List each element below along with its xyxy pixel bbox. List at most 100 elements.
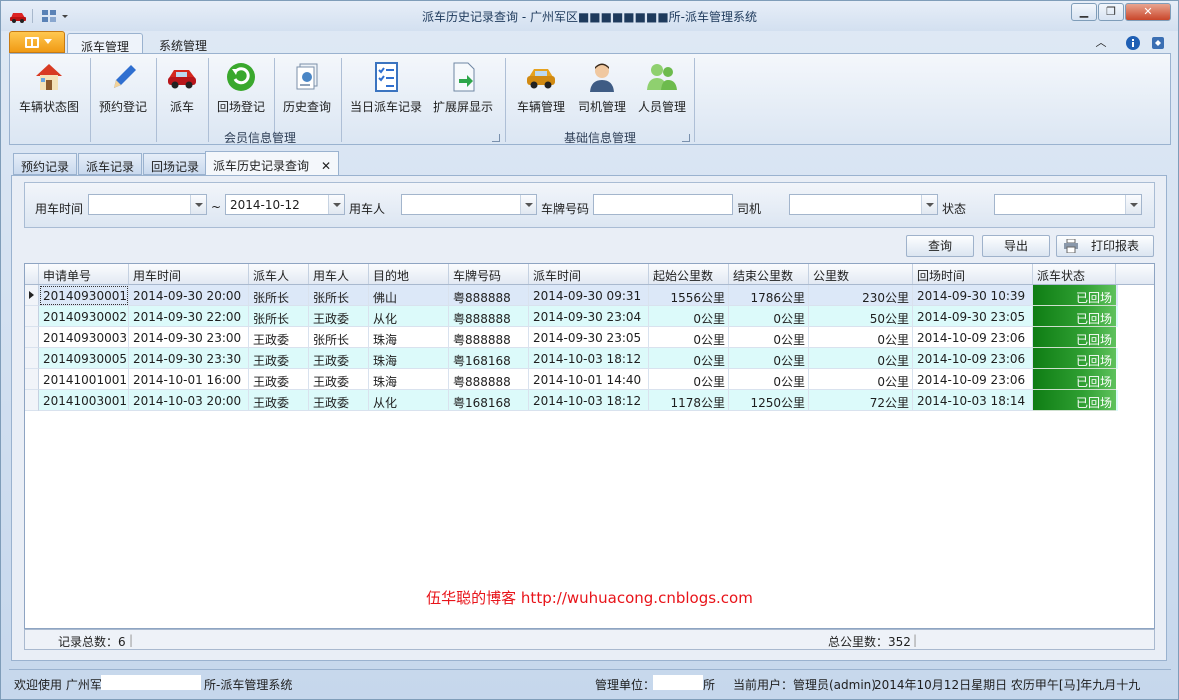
status-label: 状态 — [942, 202, 967, 216]
history-query-button[interactable]: 历史查询 — [278, 56, 336, 118]
return-registration-label: 回场登记 — [216, 100, 265, 114]
cell-end-km: 1786公里 — [729, 285, 809, 306]
info-icon[interactable] — [1125, 35, 1141, 51]
grid-footer: 记录总数：6 | 总公里数：352 | — [24, 629, 1155, 650]
row-indicator[interactable] — [25, 327, 39, 348]
application-menu-button[interactable] — [9, 31, 65, 53]
column-header-dispatch-status[interactable]: 派车状态 — [1033, 264, 1116, 284]
collapse-ribbon-icon[interactable]: ︿ — [1093, 35, 1109, 51]
status-combo[interactable] — [994, 194, 1142, 215]
table-row[interactable]: 20140930005 2014-09-30 23:30 王政委 王政委 珠海 粤1681… — [25, 348, 1118, 369]
chevron-down-icon[interactable] — [1125, 195, 1141, 214]
table-row[interactable]: 20140930002 2014-09-30 22:00 张所长 王政委 从化 粤8888… — [25, 306, 1118, 327]
today-dispatch-button[interactable]: 当日派车记录 — [346, 56, 426, 118]
unit-suffix: 所 — [703, 678, 716, 692]
chevron-down-icon[interactable] — [190, 195, 206, 214]
cell-destination: 从化 — [369, 390, 449, 411]
date-from-picker[interactable] — [88, 194, 207, 215]
cell-request-no: 20140930002 — [39, 306, 129, 327]
cell-dispatcher: 王政委 — [249, 348, 309, 369]
dispatch-button[interactable]: 派车 — [160, 56, 204, 118]
chevron-down-icon[interactable] — [520, 195, 536, 214]
ribbon-group-separator — [694, 58, 695, 142]
chevron-down-icon[interactable] — [328, 195, 344, 214]
group-launcher-icon[interactable] — [492, 134, 500, 142]
status-bar: 欢迎使用 广州军 所-派车管理系统 管理单位： 所 当前用户：管理员(admin… — [9, 669, 1171, 693]
cell-start-km: 0公里 — [649, 327, 729, 348]
row-indicator[interactable] — [25, 348, 39, 369]
ribbon-tab-system[interactable]: 系统管理 — [146, 33, 220, 53]
minimize-button[interactable]: ▁ — [1071, 3, 1097, 21]
plate-label: 车牌号码 — [541, 202, 590, 216]
plate-input[interactable] — [593, 194, 733, 215]
ribbon-tab-dispatch[interactable]: 派车管理 — [67, 33, 144, 54]
date-label: 用车时间 — [35, 202, 84, 216]
table-row[interactable]: 20140930001 2014-09-30 20:00 张所长 张所长 佛山 粤8888… — [25, 285, 1118, 306]
tab-dispatch-history[interactable]: 派车历史记录查询 ✕ — [205, 151, 340, 175]
cell-end-km: 0公里 — [729, 348, 809, 369]
tab-dispatch-records[interactable]: 派车记录 — [78, 153, 143, 175]
cell-user: 王政委 — [309, 306, 369, 327]
column-header-end-km[interactable]: 结束公里数 — [729, 264, 809, 284]
total-km: 总公里数：352 — [828, 635, 911, 649]
cell-dispatch-time: 2014-10-03 18:12 — [529, 390, 649, 411]
history-documents-icon — [296, 63, 318, 90]
column-header-dispatcher[interactable]: 派车人 — [249, 264, 309, 284]
people-group-icon — [647, 64, 677, 90]
vehicle-management-button[interactable]: 车辆管理 — [510, 56, 572, 118]
driver-management-button[interactable]: 司机管理 — [572, 56, 632, 118]
current-row-indicator-icon[interactable] — [25, 285, 39, 306]
welcome-suffix: 所-派车管理系统 — [204, 678, 293, 692]
date-to-value: 2014-10-12 — [230, 198, 300, 212]
grid-header: 申请单号 用车时间 派车人 用车人 目的地 车牌号码 派车时间 起始公里数 结束公里数 公里数 回场… — [25, 264, 1154, 285]
cell-dispatcher: 张所长 — [249, 285, 309, 306]
table-row[interactable]: 20141003001 2014-10-03 20:00 王政委 王政委 从化 粤1681… — [25, 390, 1118, 411]
column-header-start-km[interactable]: 起始公里数 — [649, 264, 729, 284]
cell-request-no: 20141003001 — [39, 390, 129, 411]
table-row[interactable]: 20140930003 2014-09-30 23:00 王政委 张所长 珠海 粤8888… — [25, 327, 1118, 348]
return-registration-button[interactable]: 回场登记 — [212, 56, 270, 118]
footer-divider: | — [913, 633, 918, 647]
cell-end-km: 0公里 — [729, 369, 809, 390]
column-header-km[interactable]: 公里数 — [809, 264, 913, 284]
row-indicator[interactable] — [25, 306, 39, 327]
vehicle-status-button[interactable]: 车辆状态图 — [14, 56, 84, 118]
date-to-picker[interactable]: 2014-10-12 — [225, 194, 345, 215]
column-header-return-time[interactable]: 回场时间 — [913, 264, 1033, 284]
column-header-user[interactable]: 用车人 — [309, 264, 369, 284]
driver-combo[interactable] — [789, 194, 938, 215]
column-header-destination[interactable]: 目的地 — [369, 264, 449, 284]
export-button[interactable]: 导出 — [982, 235, 1050, 257]
cell-dispatch-time: 2014-09-30 23:04 — [529, 306, 649, 327]
reservation-button[interactable]: 预约登记 — [94, 56, 152, 118]
row-indicator[interactable] — [25, 390, 39, 411]
column-header-use-time[interactable]: 用车时间 — [129, 264, 249, 284]
close-button[interactable]: ✕ — [1125, 3, 1171, 21]
print-report-button[interactable]: 打印报表 — [1056, 235, 1154, 257]
skin-settings-icon[interactable] — [1150, 35, 1166, 51]
cell-dispatch-time: 2014-10-03 18:12 — [529, 348, 649, 369]
group-launcher-icon[interactable] — [682, 134, 690, 142]
column-header-dispatch-time[interactable]: 派车时间 — [529, 264, 649, 284]
chevron-down-icon[interactable] — [921, 195, 937, 214]
watermark-text: 伍华聪的博客 http://wuhuacong.cnblogs.com — [426, 589, 753, 607]
tab-reservation-records[interactable]: 预约记录 — [13, 153, 78, 175]
tab-return-records[interactable]: 回场记录 — [143, 153, 208, 175]
query-button[interactable]: 查询 — [906, 235, 974, 257]
maximize-button[interactable]: ❐ — [1098, 3, 1124, 21]
driver-label: 司机 — [737, 202, 762, 216]
column-header-plate[interactable]: 车牌号码 — [449, 264, 529, 284]
cell-request-no: 20140930003 — [39, 327, 129, 348]
table-row[interactable]: 20141001001 2014-10-01 16:00 王政委 王政委 珠海 粤8888… — [25, 369, 1118, 390]
cell-request-no: 20141001001 — [39, 369, 129, 390]
user-combo[interactable] — [401, 194, 537, 215]
tab-dispatch-history-label: 派车历史记录查询 — [213, 159, 310, 173]
extended-screen-button[interactable]: 扩展屏显示 — [428, 56, 498, 118]
cell-destination: 珠海 — [369, 348, 449, 369]
extended-screen-label: 扩展屏显示 — [432, 100, 493, 114]
column-header-request-no[interactable]: 申请单号 — [39, 264, 129, 284]
row-indicator[interactable] — [25, 369, 39, 390]
staff-management-button[interactable]: 人员管理 — [632, 56, 692, 118]
cell-return-time: 2014-10-09 23:06 — [913, 327, 1033, 348]
close-tab-icon[interactable]: ✕ — [321, 159, 331, 173]
